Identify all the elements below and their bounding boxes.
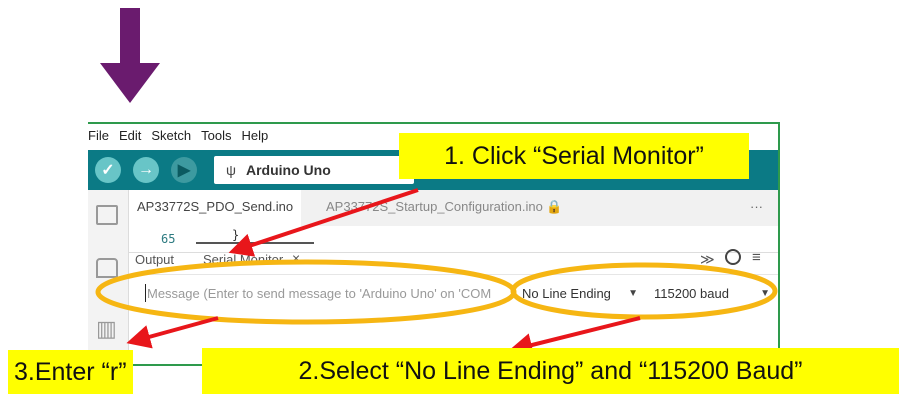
callout-step2: 2.Select “No Line Ending” and “115200 Ba… [202, 348, 899, 394]
baud-rate-select[interactable]: 115200 baud ▼ [648, 280, 776, 306]
close-icon[interactable]: × [292, 250, 300, 266]
message-input[interactable] [143, 281, 517, 305]
menu-file[interactable]: File [88, 128, 109, 150]
library-icon[interactable]: ▥ [96, 316, 120, 341]
callout-step1: 1. Click “Serial Monitor” [399, 133, 749, 179]
code-editor[interactable] [129, 226, 778, 252]
tab-startup-configuration[interactable]: AP33772S_Startup_Configuration.ino 🔒 [318, 190, 571, 224]
baud-rate-value: 115200 baud [654, 285, 729, 301]
line-number: 65 [161, 232, 176, 246]
line-ending-value: No Line Ending [522, 285, 611, 301]
upload-button[interactable]: → [133, 157, 159, 183]
board-name: Arduino Uno [245, 162, 331, 178]
tab-serial-monitor[interactable]: Serial Monitor [203, 252, 283, 267]
menu-tools[interactable]: Tools [201, 128, 231, 150]
text-caret [145, 284, 146, 302]
play-debug-icon: ▶ [177, 162, 191, 179]
menu-help[interactable]: Help [241, 128, 268, 150]
clear-output-icon[interactable]: ≡ [752, 249, 761, 266]
menu-edit[interactable]: Edit [119, 128, 141, 150]
board-selector[interactable]: ψ Arduino Uno [214, 156, 414, 184]
checkmark-icon: ✓ [101, 162, 115, 179]
tab-pdo-send[interactable]: AP33772S_PDO_Send.ino [129, 190, 302, 226]
menu-sketch[interactable]: Sketch [151, 128, 191, 150]
code-text: } [232, 228, 240, 242]
down-arrow-icon [100, 8, 160, 103]
chevron-down-icon: ▼ [760, 287, 770, 299]
chevron-down-icon: ▼ [628, 287, 638, 299]
folder-icon[interactable] [96, 205, 118, 225]
debug-button[interactable]: ▶ [171, 157, 197, 183]
toggle-autoscroll-icon[interactable]: ≫ [700, 251, 715, 268]
menu-bar: File Edit Sketch Tools Help [88, 128, 268, 150]
arrow-right-icon: → [138, 161, 154, 178]
editor-scrollbar[interactable] [196, 242, 314, 244]
tab-output[interactable]: Output [135, 252, 174, 267]
timestamp-icon[interactable] [725, 249, 741, 265]
boards-manager-icon[interactable] [96, 258, 118, 278]
verify-button[interactable]: ✓ [95, 157, 121, 183]
usb-icon: ψ [226, 162, 236, 178]
more-tabs-icon[interactable]: ··· [742, 190, 771, 224]
callout-step3: 3.Enter “r” [8, 350, 133, 394]
line-ending-select[interactable]: No Line Ending ▼ [516, 280, 644, 306]
